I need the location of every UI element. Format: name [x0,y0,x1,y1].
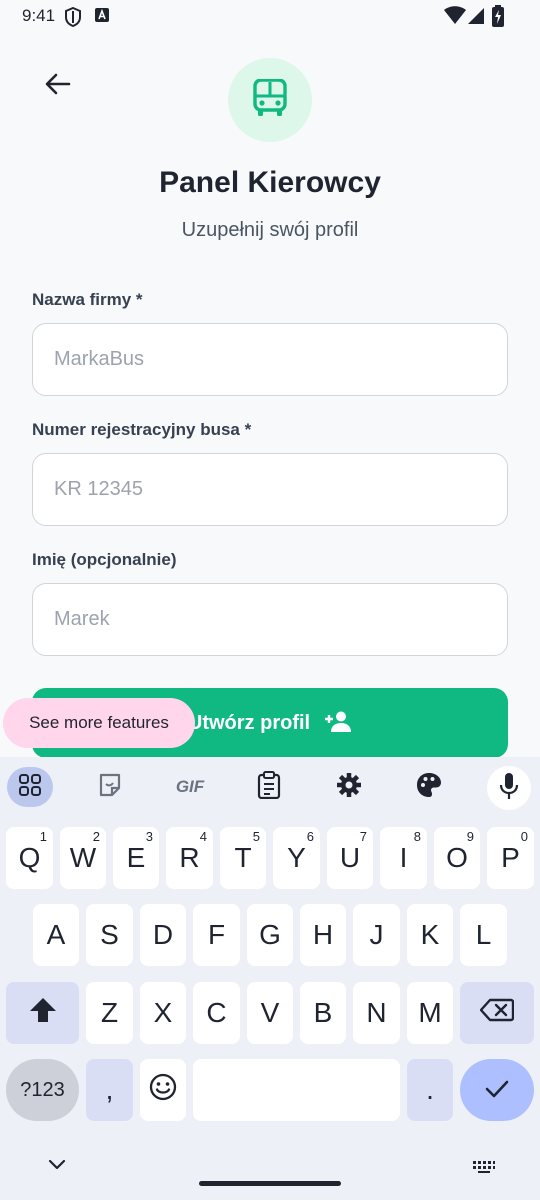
first-name-input[interactable] [32,583,508,656]
settings-button[interactable] [327,767,371,807]
company-name-input[interactable] [32,323,508,396]
keyboard-features-button[interactable] [7,767,53,807]
app-logo [228,58,312,142]
key-j[interactable]: J [353,904,400,966]
company-name-label: Nazwa firmy * [32,290,143,309]
key-w[interactable]: W2 [60,827,106,889]
smiley-icon [149,1073,177,1108]
key-x[interactable]: X [140,982,186,1044]
sticker-icon [97,772,123,803]
symbols-key[interactable]: ?123 [6,1059,79,1121]
key-b[interactable]: B [300,982,346,1044]
add-person-icon [324,710,352,737]
sticker-button[interactable] [88,767,132,807]
backspace-key[interactable] [460,982,534,1044]
key-hint: 2 [92,829,100,844]
key-label: T [234,842,252,873]
key-hint: 9 [466,829,474,844]
key-label: I [399,842,408,873]
key-h[interactable]: H [300,904,346,966]
arrow-left-icon [45,73,71,100]
signal-icon [468,6,486,31]
create-profile-label: Utwórz profil [187,711,311,734]
key-m[interactable]: M [407,982,453,1044]
emoji-key[interactable] [140,1059,186,1121]
keyboard-a-icon [95,7,109,28]
key-c[interactable]: C [193,982,240,1044]
space-bar[interactable] [193,1059,400,1121]
gif-button[interactable]: GIF [166,767,214,807]
plate-number-label: Numer rejestracyjny busa * [32,420,252,439]
key-u[interactable]: U7 [327,827,373,889]
key-r[interactable]: R4 [166,827,213,889]
key-hint: 1 [39,829,47,844]
keyboard-hide-icon[interactable] [48,1158,66,1176]
key-f[interactable]: F [193,904,240,966]
key-label: Y [287,842,306,873]
theme-button[interactable] [407,767,451,807]
key-hint: 6 [306,829,314,844]
key-a[interactable]: A [33,904,79,966]
status-bar: 9:41 [0,0,540,34]
key-label: Q [18,842,41,873]
key-i[interactable]: I8 [380,827,427,889]
key-hint: 3 [145,829,153,844]
clipboard-button[interactable] [247,767,291,807]
shield-icon [64,6,82,32]
key-l[interactable]: L [460,904,507,966]
key-q[interactable]: Q1 [6,827,53,889]
plate-number-input[interactable] [32,453,508,526]
key-hint: 8 [413,829,421,844]
grid-icon [18,773,42,802]
status-time: 9:41 [22,6,56,25]
key-label: U [339,842,361,873]
key-label: W [69,842,97,873]
keyboard-switch-icon[interactable] [472,1160,496,1179]
features-tooltip[interactable]: See more features [3,698,195,748]
voice-input-button[interactable] [487,766,531,810]
key-label: P [501,842,520,873]
key-o[interactable]: O9 [434,827,480,889]
backspace-icon [479,997,515,1029]
microphone-icon [499,772,519,805]
key-z[interactable]: Z [86,982,133,1044]
gear-icon [336,772,362,803]
key-e[interactable]: E3 [113,827,159,889]
key-d[interactable]: D [140,904,186,966]
battery-charging-icon [492,5,504,32]
key-label: O [446,842,468,873]
key-p[interactable]: P0 [487,827,534,889]
key-v[interactable]: V [247,982,293,1044]
enter-key[interactable] [460,1059,534,1121]
key-hint: 5 [252,829,260,844]
shift-key[interactable] [6,982,79,1044]
clipboard-icon [257,770,281,804]
gif-label: GIF [175,777,205,796]
key-s[interactable]: S [86,904,133,966]
first-name-label: Imię (opcjonalnie) [32,550,177,569]
page-title: Panel Kierowcy [159,166,381,199]
home-gesture-handle[interactable] [199,1181,341,1186]
key-hint: 7 [359,829,367,844]
bus-icon [252,77,288,122]
checkmark-icon [485,1074,509,1106]
key-k[interactable]: K [407,904,453,966]
key-n[interactable]: N [353,982,400,1044]
soft-keyboard: GIF Q1 W2 E3 R4 T5 Y6 U7 I8 O9 P0 A S D … [0,757,540,1200]
key-label: R [179,842,200,873]
shift-icon [29,997,57,1030]
key-label: E [126,842,146,873]
page-subtitle: Uzupełnij swój profil [181,219,359,241]
key-y[interactable]: Y6 [273,827,320,889]
back-button[interactable] [38,66,78,106]
period-key[interactable]: . [407,1059,453,1121]
key-g[interactable]: G [247,904,293,966]
comma-key[interactable]: , [86,1059,133,1121]
wifi-icon [444,6,466,31]
key-hint: 4 [199,829,207,844]
key-hint: 0 [520,829,528,844]
palette-icon [416,772,442,803]
key-t[interactable]: T5 [220,827,266,889]
